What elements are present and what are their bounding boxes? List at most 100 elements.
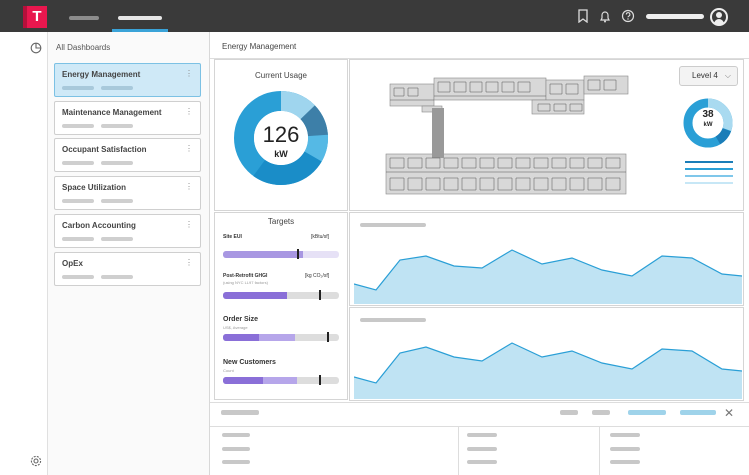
legend-line: [685, 168, 733, 170]
table-top-border: [210, 402, 749, 403]
current-usage-unit: kW: [274, 149, 288, 159]
sidebar-item-carbon-accounting[interactable]: Carbon Accounting ⋮: [54, 214, 201, 248]
table-title-placeholder: [221, 410, 259, 415]
post-retrofit-target-marker: [319, 290, 321, 300]
legend-line: [685, 182, 733, 184]
table-action-2[interactable]: [592, 410, 610, 415]
table-cell-placeholder: [222, 460, 250, 464]
sidebar-item-energy-management[interactable]: Energy Management ⋮: [54, 63, 201, 97]
chart-title-placeholder: [360, 223, 426, 227]
chart-title-placeholder: [360, 318, 426, 322]
icon-rail: [0, 32, 48, 475]
site-eui-unit: [kBtu/sf]: [311, 234, 330, 240]
dashboard-list: All Dashboards Energy Management ⋮ Maint…: [48, 32, 210, 475]
kebab-menu-icon[interactable]: ⋮: [185, 182, 193, 191]
sidebar-item-label: Occupant Satisfaction: [62, 145, 147, 154]
legend-line: [685, 161, 733, 163]
new-customers-label: New Customers: [223, 359, 276, 366]
placeholder-line: [101, 275, 133, 279]
app-logo[interactable]: T: [27, 6, 47, 28]
order-size-target-marker: [327, 332, 329, 342]
bell-icon[interactable]: [598, 9, 612, 23]
top-bar: T: [0, 0, 749, 32]
sidebar-item-maintenance-management[interactable]: Maintenance Management ⋮: [54, 101, 201, 135]
table-action-1[interactable]: [560, 410, 578, 415]
placeholder-line: [101, 86, 133, 90]
level-dropdown[interactable]: Level 4 ⌵: [679, 66, 738, 86]
site-eui-label: Site EUI: [223, 234, 242, 240]
placeholder-line: [101, 237, 133, 241]
kebab-menu-icon[interactable]: ⋮: [185, 69, 193, 78]
level-usage-value: 38: [702, 109, 714, 120]
table-cell-placeholder: [467, 433, 497, 437]
placeholder-line: [62, 86, 94, 90]
bookmark-icon[interactable]: [576, 9, 590, 24]
sidebar-item-label: Space Utilization: [62, 183, 127, 192]
post-retrofit-label: Post-Retrofit GHGI: [223, 273, 268, 279]
sidebar-item-label: Energy Management: [62, 70, 141, 79]
kebab-menu-icon[interactable]: ⋮: [185, 107, 193, 116]
placeholder-line: [62, 275, 94, 279]
kebab-menu-icon[interactable]: ⋮: [185, 144, 193, 153]
table-action-4[interactable]: [680, 410, 716, 415]
site-eui-fill: [223, 251, 303, 258]
kebab-menu-icon[interactable]: ⋮: [185, 258, 193, 267]
targets-panel: Targets Site EUI [kBtu/sf] Post-Retrofit…: [214, 212, 348, 400]
placeholder-line: [62, 237, 94, 241]
close-icon[interactable]: ✕: [724, 406, 734, 420]
placeholder-line: [101, 161, 133, 165]
trend-chart-1[interactable]: [354, 232, 742, 304]
dashboard-icon[interactable]: [29, 42, 43, 56]
table-cell-placeholder: [222, 447, 250, 451]
sidebar-item-label: Maintenance Management: [62, 108, 162, 117]
table-cell-placeholder: [610, 433, 640, 437]
table-cell-placeholder: [467, 460, 497, 464]
sidebar-item-label: Carbon Accounting: [62, 221, 136, 230]
floor-plan-map[interactable]: [382, 70, 632, 198]
sidebar-item-occupant-satisfaction[interactable]: Occupant Satisfaction ⋮: [54, 138, 201, 172]
table-col-divider: [599, 426, 600, 475]
post-retrofit-sub: (using NYC LL97 factors): [223, 280, 268, 285]
new-customers-fill-dark: [223, 377, 263, 384]
user-name-placeholder[interactable]: [646, 14, 704, 19]
current-usage-panel: Current Usage 126 kW: [214, 59, 348, 211]
order-size-label: Order Size: [223, 316, 259, 323]
table-action-3[interactable]: [628, 410, 666, 415]
nav-tab-2[interactable]: [118, 16, 162, 20]
sidebar-item-label: OpEx: [62, 259, 83, 268]
current-usage-title: Current Usage: [254, 71, 308, 80]
placeholder-line: [101, 199, 133, 203]
order-size-fill-dark: [223, 334, 259, 341]
sidebar-title: All Dashboards: [56, 43, 111, 52]
current-usage-value: 126: [262, 122, 300, 147]
level-dropdown-value: Level 4: [692, 71, 718, 80]
sidebar-item-space-utilization[interactable]: Space Utilization ⋮: [54, 176, 201, 210]
page-title: Energy Management: [222, 42, 297, 51]
new-customers-sub: Count: [223, 368, 234, 373]
help-icon[interactable]: [621, 9, 635, 23]
nav-tab-1[interactable]: [69, 16, 99, 20]
legend-line: [685, 175, 733, 177]
table-cell-placeholder: [222, 433, 250, 437]
table-cell-placeholder: [467, 447, 497, 451]
chevron-down-icon: ⌵: [724, 71, 731, 80]
targets-title: Targets: [267, 217, 295, 226]
table-header-border: [210, 426, 749, 427]
new-customers-target-marker: [319, 375, 321, 385]
post-retrofit-fill: [223, 292, 287, 299]
kebab-menu-icon[interactable]: ⋮: [185, 220, 193, 229]
settings-icon[interactable]: [29, 455, 43, 469]
placeholder-line: [62, 161, 94, 165]
post-retrofit-unit: [kg CO₂/sf]: [305, 273, 330, 279]
trend-chart-2[interactable]: [354, 327, 742, 399]
placeholder-line: [62, 124, 94, 128]
site-eui-target-marker: [297, 249, 299, 259]
order-size-sub: US$, Average: [223, 325, 248, 330]
sidebar-item-opex[interactable]: OpEx ⋮: [54, 252, 201, 286]
table-cell-placeholder: [610, 447, 640, 451]
table-col-divider: [458, 426, 459, 475]
user-icon[interactable]: [710, 8, 728, 26]
placeholder-line: [62, 199, 94, 203]
placeholder-line: [101, 124, 133, 128]
table-cell-placeholder: [610, 460, 640, 464]
